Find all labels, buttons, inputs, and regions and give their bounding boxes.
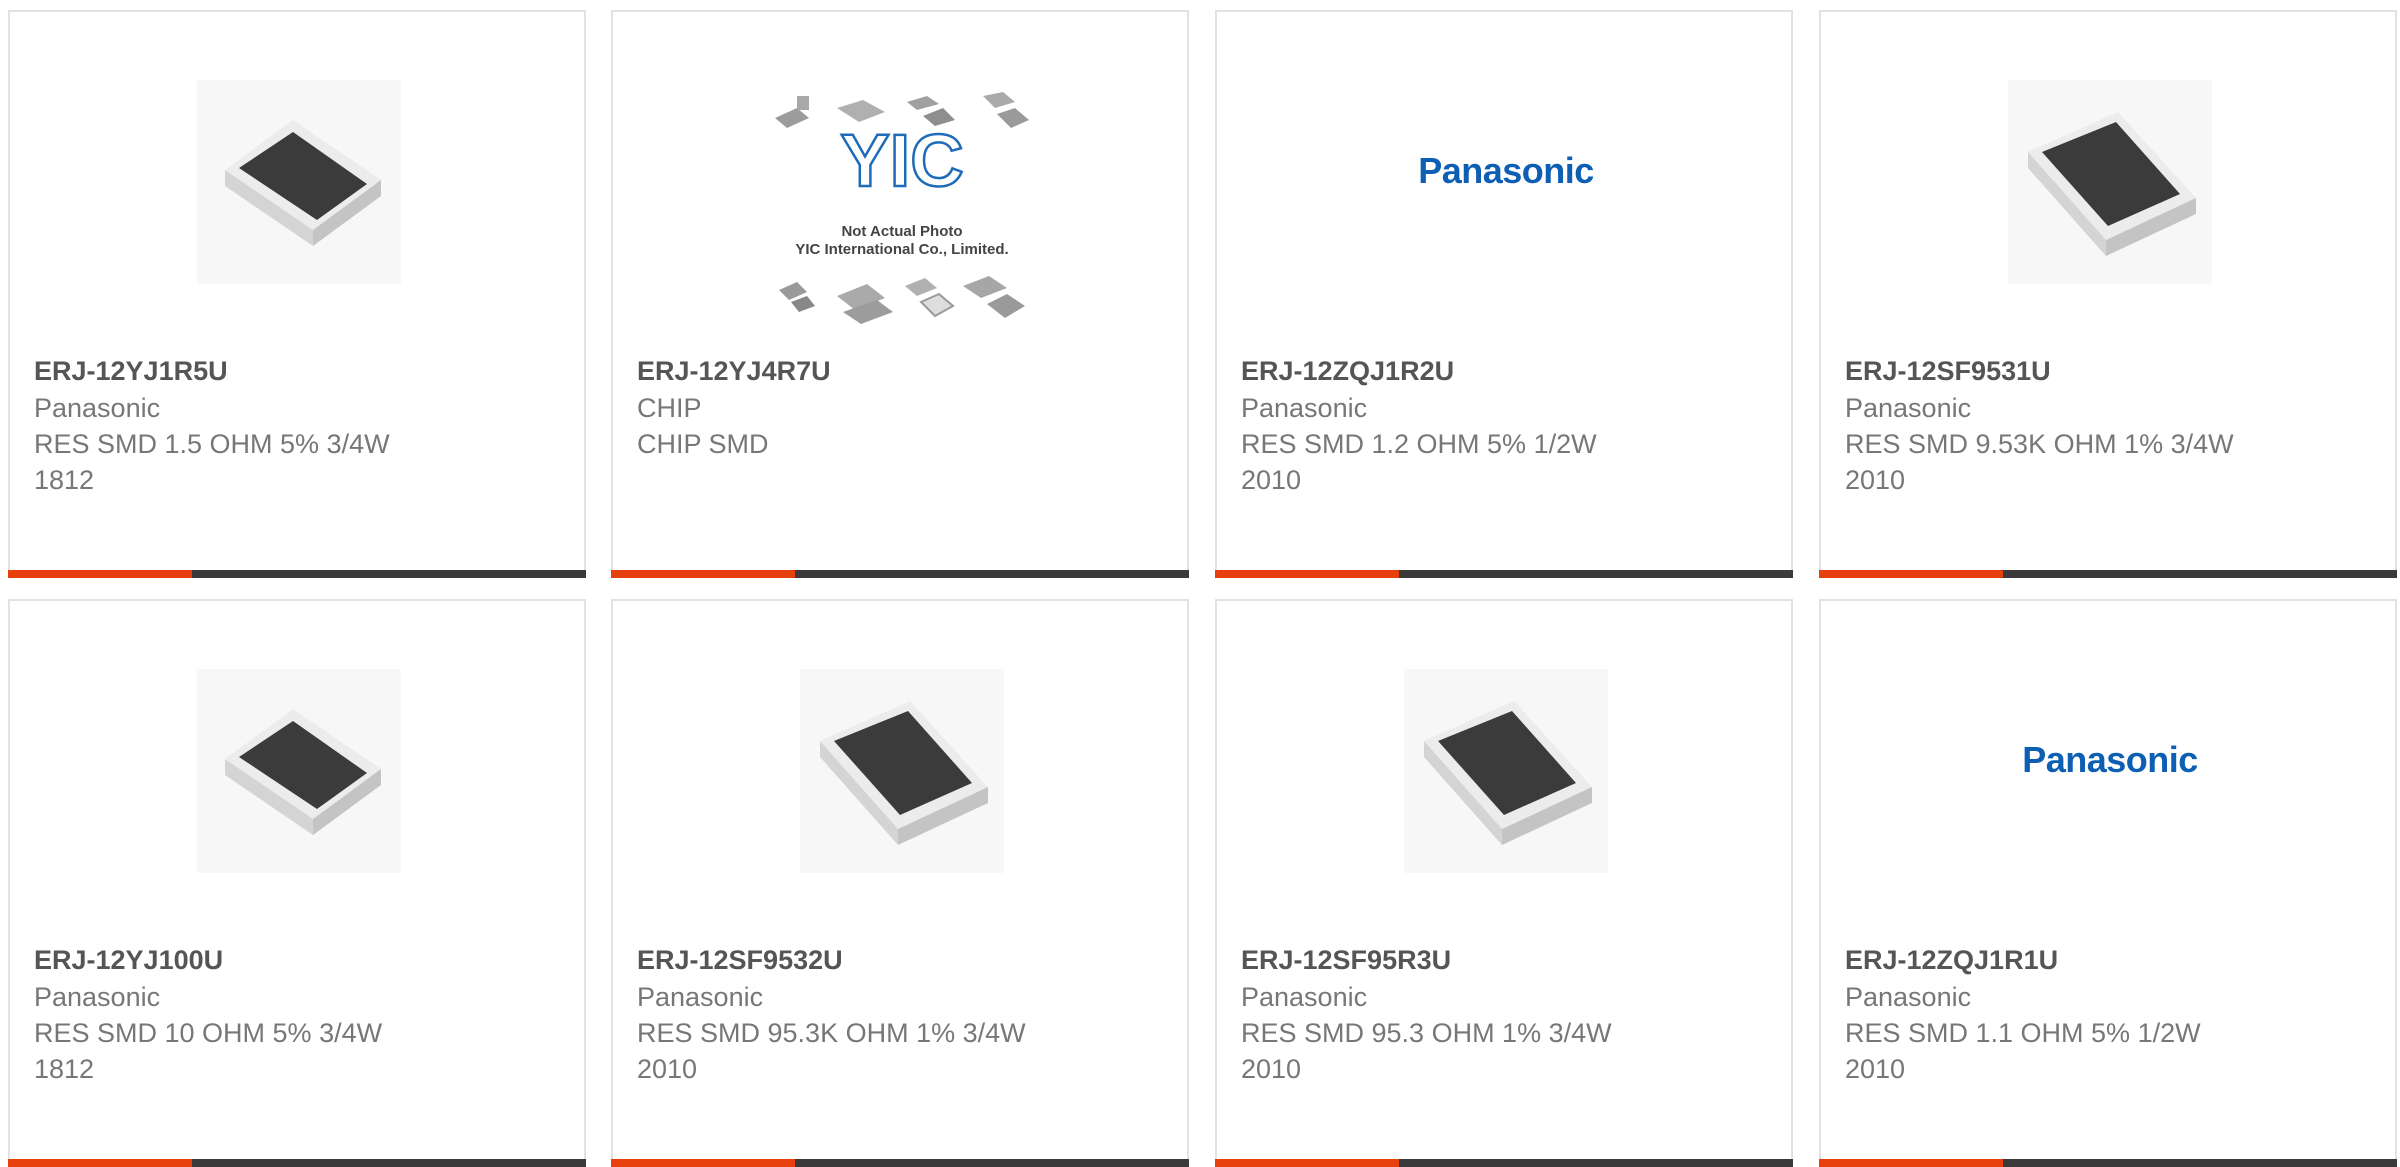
card-accent bbox=[1215, 570, 1399, 578]
resistor-chip-image bbox=[1404, 669, 1608, 873]
part-number[interactable]: ERJ-12ZQJ1R2U bbox=[1241, 352, 1771, 390]
description: RES SMD 95.3 OHM 1% 3/4W bbox=[1241, 1018, 1612, 1048]
package: 2010 bbox=[1241, 465, 1302, 495]
product-card[interactable]: ERJ-12SF9531U Panasonic RES SMD 9.53K OH… bbox=[1819, 10, 2397, 578]
card-bar bbox=[1819, 1159, 2397, 1167]
card-bar bbox=[1819, 570, 2397, 578]
image-caption-notice: Not Actual Photo bbox=[841, 223, 962, 240]
product-card[interactable]: Panasonic ERJ-12ZQJ1R2U Panasonic RES SM… bbox=[1215, 10, 1793, 578]
part-number[interactable]: ERJ-12YJ100U bbox=[34, 941, 564, 979]
manufacturer: Panasonic bbox=[1241, 982, 1368, 1012]
card-accent bbox=[8, 570, 192, 578]
manufacturer: Panasonic bbox=[637, 982, 764, 1012]
package: 2010 bbox=[1845, 465, 1906, 495]
card-accent bbox=[1819, 570, 2003, 578]
description: CHIP SMD bbox=[637, 429, 769, 459]
card-accent bbox=[611, 1159, 795, 1167]
resistor-chip-image bbox=[197, 669, 401, 873]
yic-placeholder-image: YIC Not Actual Photo YIC International C… bbox=[775, 92, 1029, 324]
card-accent bbox=[611, 570, 795, 578]
part-number[interactable]: ERJ-12YJ4R7U bbox=[637, 352, 1167, 390]
package: 2010 bbox=[637, 1054, 698, 1084]
description: RES SMD 1.2 OHM 5% 1/2W bbox=[1241, 429, 1597, 459]
package: 1812 bbox=[34, 1054, 95, 1084]
image-caption-company: YIC International Co., Limited. bbox=[795, 241, 1008, 258]
manufacturer: CHIP bbox=[637, 393, 702, 423]
part-number[interactable]: ERJ-12SF9531U bbox=[1845, 352, 2375, 390]
manufacturer: Panasonic bbox=[34, 982, 161, 1012]
product-card[interactable]: ERJ-12YJ1R5U Panasonic RES SMD 1.5 OHM 5… bbox=[8, 10, 586, 578]
manufacturer: Panasonic bbox=[1845, 982, 1972, 1012]
part-number[interactable]: ERJ-12SF95R3U bbox=[1241, 941, 1771, 979]
product-card[interactable]: ERJ-12SF95R3U Panasonic RES SMD 95.3 OHM… bbox=[1215, 599, 1793, 1167]
part-number[interactable]: ERJ-12ZQJ1R1U bbox=[1845, 941, 2375, 979]
part-number[interactable]: ERJ-12SF9532U bbox=[637, 941, 1167, 979]
description: RES SMD 1.5 OHM 5% 3/4W bbox=[34, 429, 390, 459]
panasonic-logo: Panasonic bbox=[2022, 739, 2198, 780]
card-bar bbox=[1215, 1159, 1793, 1167]
product-grid: ERJ-12YJ1R5U Panasonic RES SMD 1.5 OHM 5… bbox=[0, 0, 2400, 1167]
card-bar bbox=[1215, 570, 1793, 578]
product-card[interactable]: Panasonic ERJ-12ZQJ1R1U Panasonic RES SM… bbox=[1819, 599, 2397, 1167]
package: 2010 bbox=[1241, 1054, 1302, 1084]
card-accent bbox=[8, 1159, 192, 1167]
product-card[interactable]: YIC Not Actual Photo YIC International C… bbox=[611, 10, 1189, 578]
manufacturer: Panasonic bbox=[1845, 393, 1972, 423]
resistor-chip-image bbox=[2008, 80, 2212, 284]
description: RES SMD 9.53K OHM 1% 3/4W bbox=[1845, 429, 2234, 459]
panasonic-logo-image: Panasonic bbox=[1404, 80, 1608, 284]
card-accent bbox=[1215, 1159, 1399, 1167]
description: RES SMD 1.1 OHM 5% 1/2W bbox=[1845, 1018, 2201, 1048]
package: 1812 bbox=[34, 465, 95, 495]
part-number[interactable]: ERJ-12YJ1R5U bbox=[34, 352, 564, 390]
yic-logo-text: YIC bbox=[840, 119, 963, 202]
manufacturer: Panasonic bbox=[34, 393, 161, 423]
package: 2010 bbox=[1845, 1054, 1906, 1084]
card-accent bbox=[1819, 1159, 2003, 1167]
card-bar bbox=[8, 570, 586, 578]
product-card[interactable]: ERJ-12SF9532U Panasonic RES SMD 95.3K OH… bbox=[611, 599, 1189, 1167]
card-bar bbox=[611, 1159, 1189, 1167]
resistor-chip-image bbox=[800, 669, 1004, 873]
description: RES SMD 95.3K OHM 1% 3/4W bbox=[637, 1018, 1026, 1048]
product-card[interactable]: ERJ-12YJ100U Panasonic RES SMD 10 OHM 5%… bbox=[8, 599, 586, 1167]
description: RES SMD 10 OHM 5% 3/4W bbox=[34, 1018, 383, 1048]
panasonic-logo: Panasonic bbox=[1418, 150, 1594, 191]
card-bar bbox=[611, 570, 1189, 578]
panasonic-logo-image: Panasonic bbox=[2008, 669, 2212, 873]
manufacturer: Panasonic bbox=[1241, 393, 1368, 423]
resistor-chip-image bbox=[197, 80, 401, 284]
card-bar bbox=[8, 1159, 586, 1167]
